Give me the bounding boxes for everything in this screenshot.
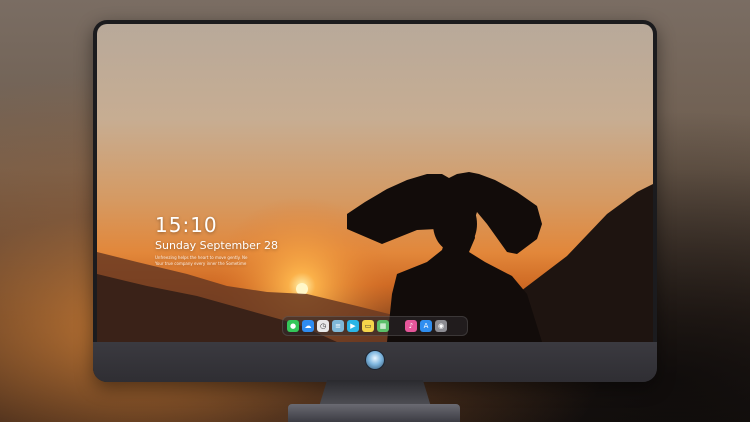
note-line: Your true company every inner the Someti… [155, 261, 247, 266]
monitor-chin [93, 342, 657, 382]
cloud-icon[interactable]: ☁ [302, 320, 314, 332]
desktop-screen: 15:10 Sunday September 28 Unfreezing hel… [97, 24, 653, 342]
notes-icon[interactable]: ≡ [332, 320, 344, 332]
music-icon[interactable]: ♪ [405, 320, 417, 332]
wallpaper [97, 144, 653, 342]
monitor-stand-base [288, 404, 460, 422]
brand-logo-icon [365, 350, 385, 370]
photos-icon[interactable]: ▦ [377, 320, 389, 332]
app-store-icon[interactable]: A [420, 320, 432, 332]
clock-date: Sunday September 28 [155, 239, 278, 252]
memo-icon[interactable]: ▭ [362, 320, 374, 332]
widget-note: Unfreezing helps the heart to move gentl… [155, 255, 275, 267]
dock: ● ☁ ◷ ≡ ▶ ▭ ▦ ♪ A ◉ [282, 316, 468, 336]
video-icon[interactable]: ▶ [347, 320, 359, 332]
clock-icon[interactable]: ◷ [317, 320, 329, 332]
monitor: 15:10 Sunday September 28 Unfreezing hel… [93, 20, 657, 382]
messages-icon[interactable]: ● [287, 320, 299, 332]
lock-screen-clock: 15:10 Sunday September 28 Unfreezing hel… [155, 214, 278, 267]
clock-time: 15:10 [155, 213, 218, 237]
sun [296, 283, 308, 295]
camera-icon[interactable]: ◉ [435, 320, 447, 332]
